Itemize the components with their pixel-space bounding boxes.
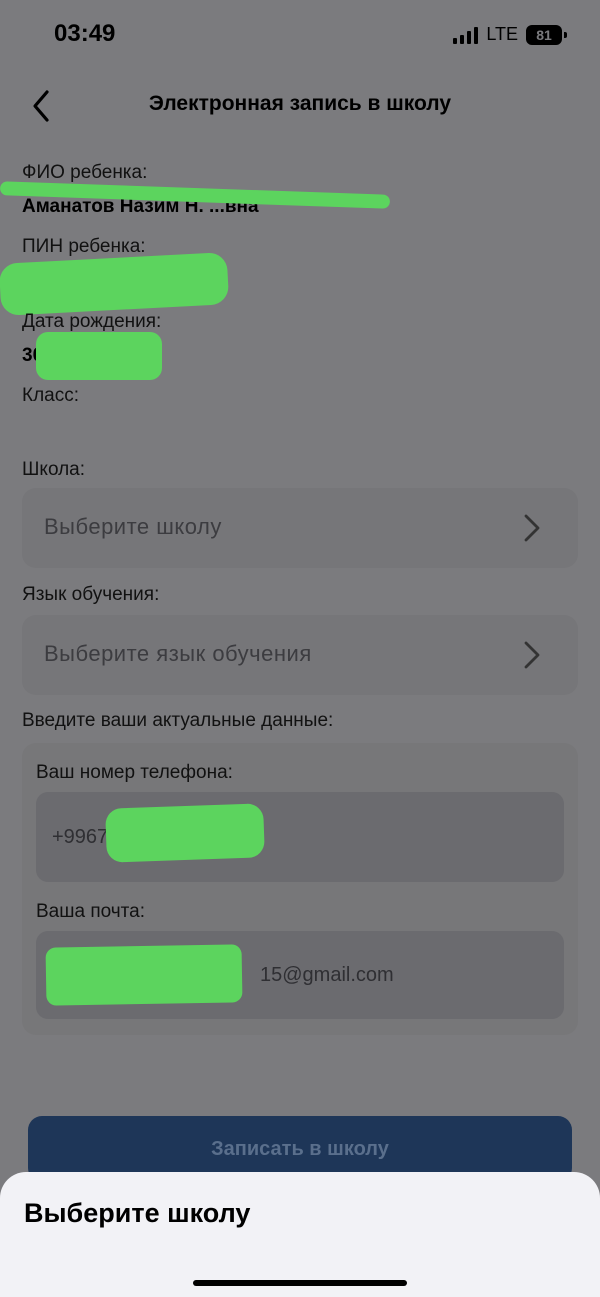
status-icons: LTE 81: [453, 24, 567, 45]
home-indicator[interactable]: [193, 1280, 407, 1286]
bottom-sheet-title: Выберите школу: [24, 1198, 251, 1228]
battery-icon: 81: [526, 24, 567, 45]
child-dob-label: Дата рождения:: [22, 311, 162, 332]
signal-icon: [453, 26, 479, 44]
school-selector[interactable]: Выберите школу: [22, 488, 578, 568]
child-fio-label: ФИО ребенка:: [22, 162, 148, 183]
language-selector[interactable]: Выберите язык обучения: [22, 615, 578, 695]
page-title: Электронная запись в школу: [148, 92, 452, 115]
school-placeholder: Выберите школу: [44, 514, 222, 539]
email-label: Ваша почта:: [36, 901, 145, 922]
class-label: Класс:: [22, 385, 79, 406]
email-value: 15@gmail.com: [260, 964, 394, 986]
bottom-sheet: Выберите школу: [0, 1172, 600, 1297]
status-time: 03:49: [54, 20, 116, 47]
phone-label: Ваш номер телефона:: [36, 762, 233, 783]
child-pin-label: ПИН ребенка:: [22, 236, 146, 257]
redaction-mark: [105, 803, 265, 863]
contacts-section-label: Введите ваши актуальные данные:: [22, 710, 334, 731]
language-placeholder: Выберите язык обучения: [44, 641, 312, 666]
chevron-right-icon: [524, 514, 540, 542]
redaction-mark: [45, 944, 243, 1006]
network-type: LTE: [486, 24, 518, 44]
redaction-mark: [36, 332, 162, 380]
language-label: Язык обучения:: [22, 584, 160, 605]
phone-value: +9967: [52, 826, 109, 848]
school-label: Школа:: [22, 459, 86, 480]
chevron-right-icon: [524, 641, 540, 669]
redaction-mark: [0, 252, 230, 316]
